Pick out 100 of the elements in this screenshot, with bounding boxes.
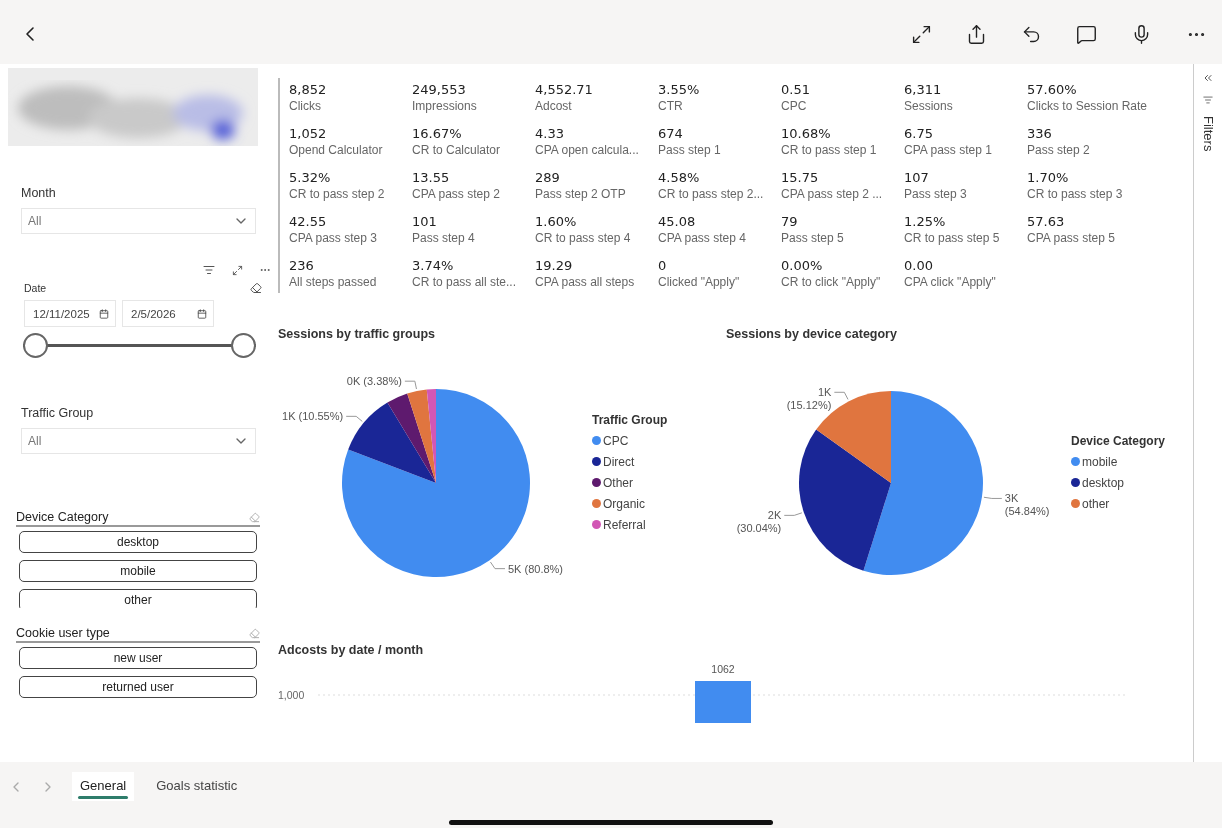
kpi-label: CR to pass step 1 [781,143,878,157]
kpi-label: CPA pass step 5 [1027,231,1116,245]
kpi-value: 19.29 [535,258,574,273]
kpi-label: CPA open calcula... [535,143,640,157]
legend-title: Traffic Group [592,412,668,427]
expand-icon[interactable] [910,23,932,45]
eraser-icon[interactable] [250,282,262,294]
kpi-label: CTR [658,99,684,113]
calendar-icon[interactable] [99,308,109,319]
kpi-label: CR to pass step 2... [658,187,765,201]
slicer-option[interactable]: returned user [19,676,257,698]
kpi-value: 57.63 [1027,214,1066,229]
kpi-value: 15.75 [781,170,820,185]
legend-label: Referral [603,517,646,532]
kpi-label: CPA pass step 3 [289,231,378,245]
data-label: 3K (54.84%) [1004,492,1050,518]
kpi-value: 0.00 [904,258,934,273]
collapse-icon[interactable] [1202,72,1214,84]
kpi-value: 236 [289,258,315,273]
slicer-option[interactable]: other [19,589,257,608]
traffic-group-dropdown[interactable]: All [21,428,256,454]
slicer-title: Device Category [16,510,109,524]
leader-line [983,496,1003,499]
kpi-label: Pass step 2 [1027,143,1091,157]
legend-label: other [1082,496,1110,511]
data-label: 1K (10.55%) [282,410,344,423]
kpi-label: CR to pass step 5 [904,231,1001,245]
leader-line [404,380,417,390]
kpi-value: 1.70% [1027,170,1070,185]
kpi-value: 4.33 [535,126,565,141]
kpi-label: Opend Calculator [289,143,384,157]
kpi-label: CPA pass step 2 [412,187,501,201]
kpi-value: 1,052 [289,126,328,141]
chart-title: Adcosts by date / month [278,643,425,657]
kpi-label: CPA pass step 2 ... [781,187,884,201]
filter-label: Date [24,282,47,294]
kpi-label: Pass step 3 [904,187,968,201]
comment-icon[interactable] [1075,23,1097,45]
legend-label: mobile [1082,454,1118,469]
kpi-label: Pass step 4 [412,231,476,245]
kpi-value: 8,852 [289,82,328,97]
leader-line [345,415,363,422]
kpi-value: 79 [781,214,799,229]
kpi-label: CPA pass step 4 [658,231,747,245]
month-dropdown[interactable]: All [21,208,256,234]
leader-line [489,561,506,570]
legend-label: Direct [603,454,635,469]
date-field[interactable]: 12/11/2025 [24,300,116,327]
kpi-value: 16.67% [412,126,463,141]
bar [695,681,751,723]
kpi-label: CR to click "Apply" [781,275,882,289]
filter-icon [1202,94,1214,106]
kpi-label: Pass step 1 [658,143,722,157]
filters-pane-label[interactable]: Filters [1200,116,1216,152]
filter-icon[interactable] [203,264,215,276]
slicer-option[interactable]: new user [19,647,257,669]
kpi-label: CR to pass step 4 [535,231,632,245]
kpi-value: 42.55 [289,214,328,229]
kpi-label: CPA click "Apply" [904,275,997,289]
kpi-value: 4,552.71 [535,82,594,97]
slicer-title: Cookie user type [16,626,110,640]
slicer-option[interactable]: desktop [19,531,257,553]
kpi-label: CR to Calculator [412,143,502,157]
calendar-icon[interactable] [197,308,207,319]
kpi-value: 249,553 [412,82,467,97]
kpi-value: 13.55 [412,170,451,185]
leader-line [783,512,803,516]
kpi-label: CR to pass step 2 [289,187,386,201]
kpi-label: Impressions [412,99,478,113]
date-range-slider[interactable] [23,333,256,359]
slicer-option[interactable]: mobile [19,560,257,582]
kpi-value: 1.25% [904,214,947,229]
kpi-value: 3.55% [658,82,701,97]
kpi-value: 101 [412,214,438,229]
leader-line [833,391,849,400]
legend-label: Other [603,475,633,490]
kpi-value: 4.58% [658,170,701,185]
kpi-value: 10.68% [781,126,832,141]
kpi-label: CPC [781,99,808,113]
axis-label: 1,000 [278,689,305,701]
kpi-label: CPA pass all steps [535,275,636,289]
date-field[interactable]: 2/5/2026 [122,300,214,327]
chart-title: Sessions by traffic groups [278,327,436,341]
kpi-value: 336 [1027,126,1053,141]
kpi-value: 289 [535,170,561,185]
chart-title: Sessions by device category [726,327,898,341]
kpi-value: 5.32% [289,170,332,185]
kpi-label: Pass step 2 OTP [535,187,627,201]
data-label: 1K (15.12%) [786,386,832,412]
page-tab[interactable]: Goals statistic [148,772,246,801]
focus-icon[interactable] [231,264,243,276]
filter-label: Traffic Group [21,406,95,420]
kpi-label: Pass step 5 [781,231,845,245]
legend-label: Organic [603,496,646,511]
kpi-value: 3.74% [412,258,455,273]
kpi-value: 674 [658,126,684,141]
page-tab[interactable]: General [72,772,135,801]
legend-label: desktop [1082,475,1125,490]
kpi-value: 57.60% [1027,82,1078,97]
kpi-label: CR to pass all ste... [412,275,518,289]
